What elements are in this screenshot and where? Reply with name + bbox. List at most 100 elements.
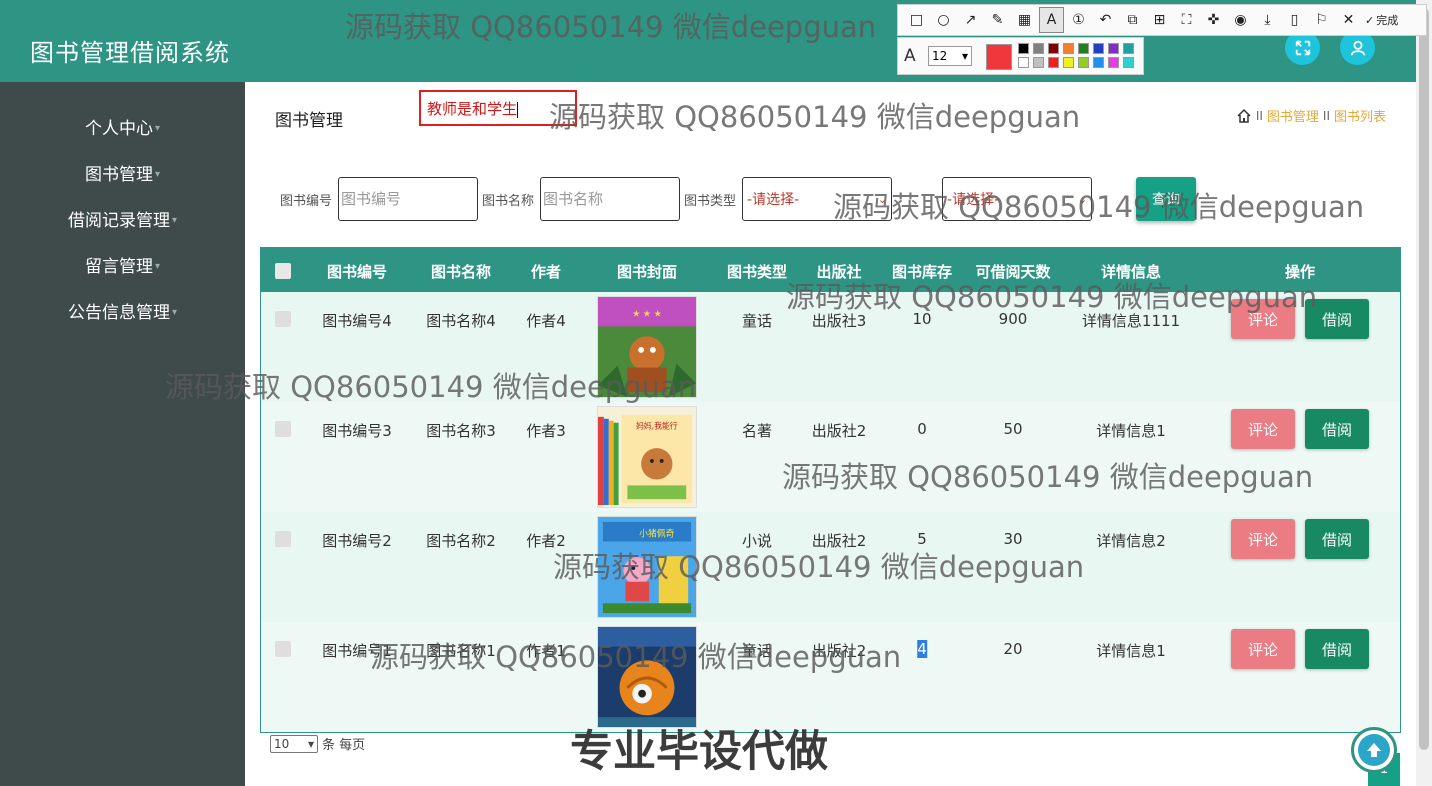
mosaic-tool-icon[interactable]: ▦ [1012, 7, 1037, 33]
cell-publisher-text: 出版社2 [811, 642, 867, 660]
borrow-button[interactable]: 借阅 [1305, 409, 1369, 449]
color-swatch[interactable] [1108, 57, 1119, 68]
undo-icon[interactable]: ↶ [1093, 7, 1118, 33]
color-swatch[interactable] [1048, 43, 1059, 54]
page-title: 图书管理 [275, 111, 343, 131]
cell-days: 20 [1003, 640, 1023, 658]
page-size-value: 10 [274, 736, 290, 751]
current-color-swatch[interactable] [986, 44, 1012, 70]
annotation-textbox[interactable]: 教师是和学生 [419, 90, 577, 126]
color-swatch[interactable] [1063, 57, 1074, 68]
borrow-button[interactable]: 借阅 [1305, 299, 1369, 339]
phone-icon[interactable]: ▯ [1282, 7, 1307, 33]
table-row: 图书编号4 图书名称4 作者4 ★ ★ ★ 童话 出版社3 10 900 详情信… [261, 292, 1400, 402]
row-checkbox[interactable] [275, 421, 291, 437]
color-swatch[interactable] [1093, 57, 1104, 68]
caret-down-icon: ▾ [171, 306, 178, 318]
rectangle-tool-icon[interactable]: □ [904, 7, 929, 33]
second-filter-select[interactable]: -请选择- ⌄ [942, 177, 1093, 221]
select-all-checkbox[interactable] [275, 263, 291, 279]
comment-button[interactable]: 评论 [1231, 409, 1295, 449]
arrow-tool-icon[interactable]: ↗ [958, 7, 983, 33]
borrow-button[interactable]: 借阅 [1305, 519, 1369, 559]
color-swatch[interactable] [1123, 43, 1134, 54]
row-checkbox[interactable] [275, 641, 291, 657]
close-icon[interactable]: ✕ [1336, 7, 1361, 33]
chevron-down-icon: ⌄ [1077, 192, 1088, 206]
svg-text:小猪佩奇: 小猪佩奇 [639, 528, 674, 540]
color-swatch[interactable] [1108, 43, 1119, 54]
col-header: 图书类型 [726, 263, 788, 281]
color-swatch[interactable] [1078, 43, 1089, 54]
sidebar-item-borrow-records[interactable]: 借阅记录管理 ▾ [0, 195, 245, 241]
crop-icon[interactable]: ⧉ [1120, 7, 1145, 33]
sidebar-item-notices[interactable]: 公告信息管理 ▾ [0, 287, 245, 333]
comment-button[interactable]: 评论 [1231, 299, 1295, 339]
color-swatch[interactable] [1078, 57, 1089, 68]
color-swatch[interactable] [1033, 57, 1044, 68]
user-icon [1350, 40, 1365, 55]
sidebar-item-books[interactable]: 图书管理 ▾ [0, 149, 245, 195]
color-swatch[interactable] [1018, 43, 1029, 54]
cell-type: 名著 [741, 422, 773, 440]
cell-type: 童话 [741, 642, 773, 660]
col-header: 操作 [1284, 263, 1316, 281]
pin-icon[interactable]: ✜ [1201, 7, 1226, 33]
col-header: 图书库存 [891, 263, 953, 281]
cell-type: 小说 [741, 532, 773, 550]
sidebar-item-messages[interactable]: 留言管理 ▾ [0, 241, 245, 287]
scrollbar-thumb[interactable] [1419, 8, 1429, 750]
comment-button[interactable]: 评论 [1231, 629, 1295, 669]
breadcrumb: II 图书管理 II 图书列表 [1236, 106, 1386, 125]
row-checkbox[interactable] [275, 531, 291, 547]
pen-tool-icon[interactable]: ✎ [985, 7, 1010, 33]
page-size-select[interactable]: 10 ▾ [270, 734, 318, 753]
col-header: 出版社 [816, 263, 862, 281]
book-cover-image [597, 626, 697, 728]
table-row: 图书编号1 图书名称1 作者1 童话 出版社2 4 20 详情信息1 评论 借阅 [261, 622, 1400, 732]
chevron-down-icon: ▾ [307, 736, 314, 751]
number-tool-icon[interactable]: ① [1066, 7, 1091, 33]
col-header: 作者 [530, 263, 562, 281]
book-name-input[interactable] [540, 177, 681, 221]
color-swatch[interactable] [1033, 43, 1044, 54]
book-code-input[interactable] [338, 177, 479, 221]
color-swatch[interactable] [1123, 57, 1134, 68]
page-size-suffix: 条 每页 [322, 738, 366, 753]
cell-detail: 详情信息1 [1096, 642, 1166, 660]
table-header: 图书编号 图书名称 作者 图书封面 图书类型 出版社 图书库存 可借阅天数 详情… [261, 248, 1400, 292]
row-checkbox[interactable] [275, 311, 291, 327]
ellipse-tool-icon[interactable]: ○ [931, 7, 956, 33]
text-tool-icon[interactable]: A [1039, 7, 1064, 33]
caret-down-icon: ▾ [171, 214, 178, 226]
comment-button[interactable]: 评论 [1231, 519, 1295, 559]
sidebar-item-label: 公告信息管理 [67, 302, 170, 323]
record-icon[interactable]: ◉ [1228, 7, 1253, 33]
color-swatch[interactable] [1048, 57, 1059, 68]
breadcrumb-link-books[interactable]: 图书管理 [1267, 106, 1319, 125]
check-icon: ✓ [1365, 13, 1375, 27]
col-header: 图书名称 [430, 263, 492, 281]
cell-publisher: 出版社3 [811, 312, 867, 330]
font-size-select[interactable]: 12 ▾ [928, 46, 972, 66]
svg-text:妈妈,我能行: 妈妈,我能行 [636, 421, 678, 431]
download-icon[interactable]: ⤓ [1255, 7, 1280, 33]
ocr-icon[interactable]: ⊞ [1147, 7, 1172, 33]
done-button[interactable]: ✓ 完成 [1365, 12, 1398, 28]
book-type-select[interactable]: -请选择- ⌄ [742, 177, 893, 221]
annotation-text: 教师是和学生 [427, 100, 518, 118]
cell-stock: 10 [912, 310, 932, 328]
color-swatch[interactable] [1018, 57, 1029, 68]
color-swatch[interactable] [1093, 43, 1104, 54]
color-swatch[interactable] [1063, 43, 1074, 54]
annotation-toolbar: □ ○ ↗ ✎ ▦ A ① ↶ ⧉ ⊞ ⛶ ✜ ◉ ⤓ ▯ ⚐ ✕ ✓ 完成 [897, 4, 1427, 36]
font-size-value: 12 [932, 49, 948, 63]
query-button[interactable]: 查询 [1136, 177, 1197, 221]
home-icon[interactable] [1236, 108, 1252, 124]
bookmark-icon[interactable]: ⚐ [1309, 7, 1334, 33]
capture-icon[interactable]: ⛶ [1174, 7, 1199, 33]
cell-days: 50 [1003, 420, 1023, 438]
borrow-button[interactable]: 借阅 [1305, 629, 1369, 669]
sidebar-item-profile[interactable]: 个人中心 ▾ [0, 103, 245, 149]
back-to-top-button[interactable] [1351, 727, 1397, 773]
